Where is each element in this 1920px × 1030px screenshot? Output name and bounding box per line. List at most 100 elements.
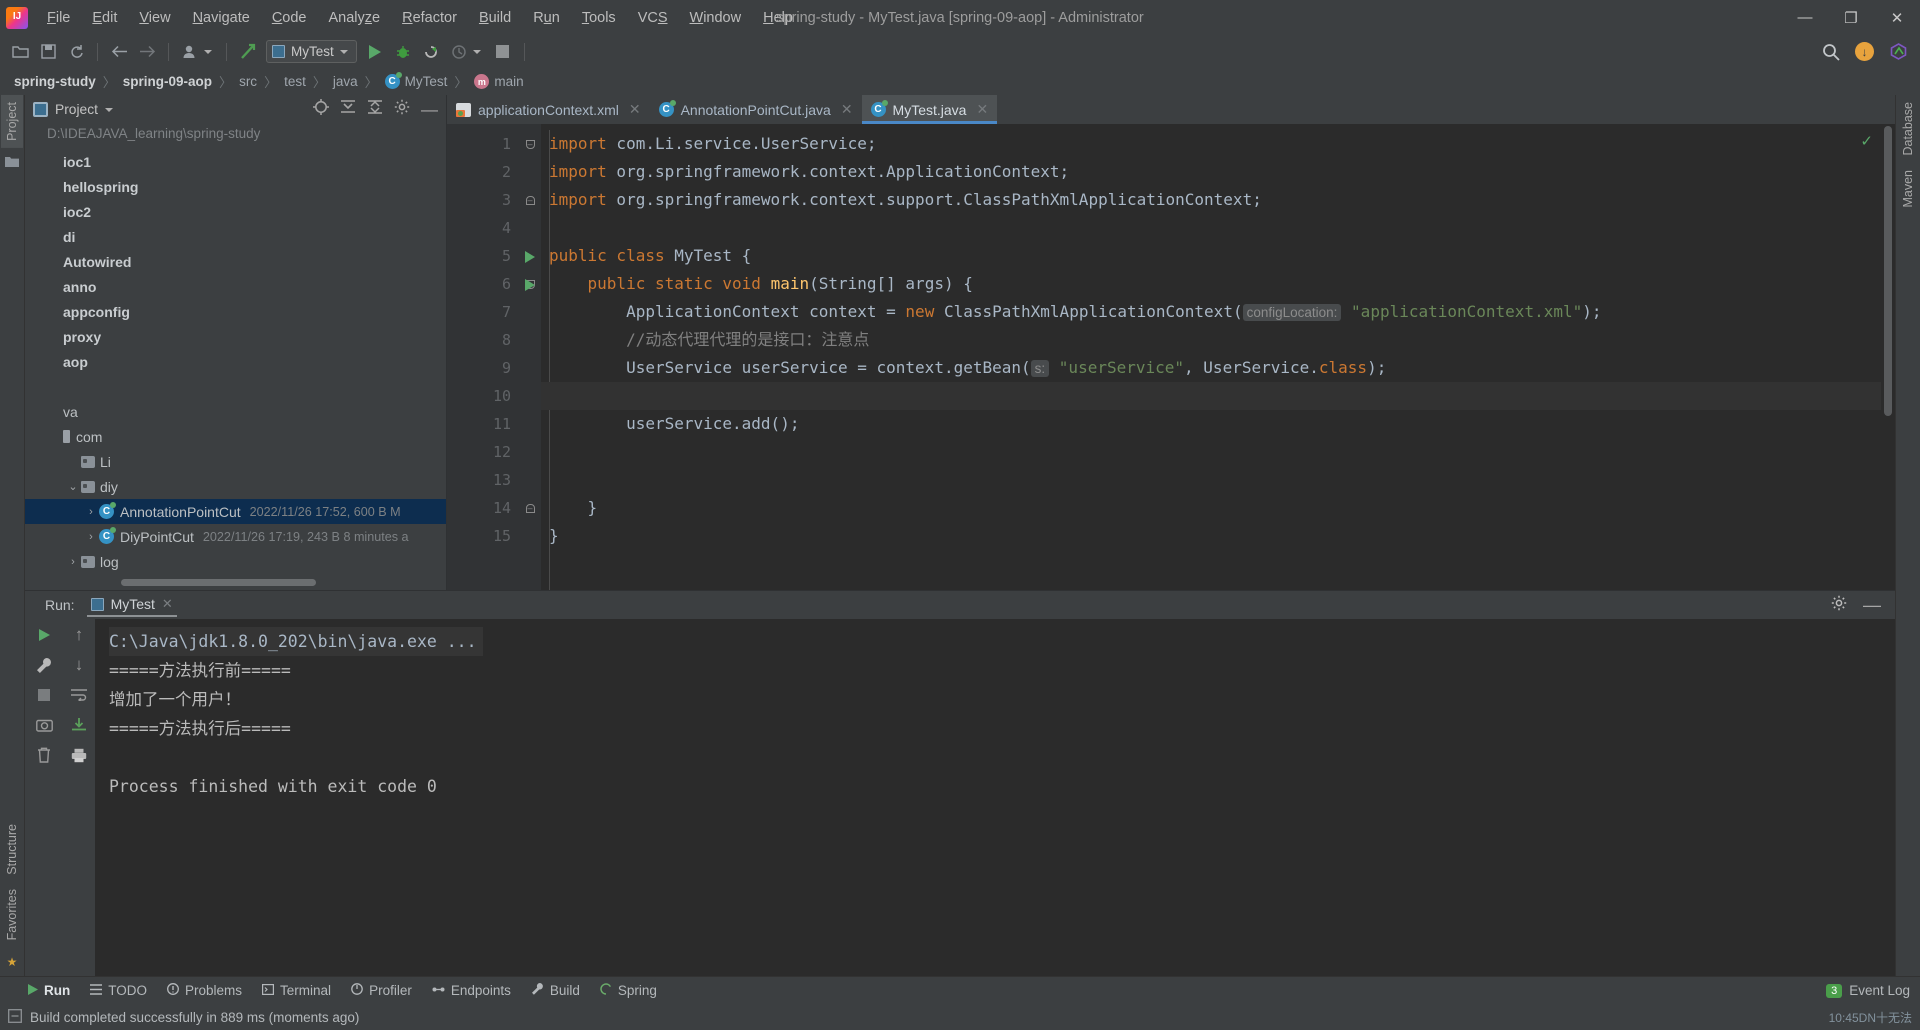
rail-tab-maven[interactable]: Maven [1897,163,1919,215]
inspection-status-icon[interactable]: ✓ [1860,132,1873,150]
toolwindow-endpoints[interactable]: Endpoints [432,983,511,998]
line-number-11[interactable]: 11 [447,410,519,438]
event-log-label[interactable]: Event Log [1849,983,1910,998]
run-gutter-icon[interactable] [525,251,535,263]
menu-code[interactable]: Code [261,6,318,30]
code-line-14[interactable]: } [541,494,1881,522]
back-arrow-icon[interactable] [106,39,132,65]
tree-node-annotationpointcut[interactable]: › C AnnotationPointCut 2022/11/26 17:52, 60… [25,499,446,524]
chevron-right-icon[interactable]: › [83,506,99,518]
code-line-1[interactable]: import com.Li.service.UserService; [541,130,1881,158]
menu-refactor[interactable]: Refactor [391,6,468,30]
code-line-7[interactable]: ApplicationContext context = new ClassPa… [541,298,1881,326]
tree-node-proxy[interactable]: proxy [25,324,446,349]
breadcrumb-item-java[interactable]: java [329,74,362,89]
editor-tab-bar[interactable]: applicationContext.xml ✕ C AnnotationPoi… [447,95,1895,124]
chevron-down-icon[interactable] [339,49,348,54]
tree-node-hellospring[interactable]: hellospring [25,174,446,199]
update-badge-icon[interactable]: ↓ [1855,42,1874,61]
hide-panel-icon[interactable]: — [421,101,438,118]
run-with-coverage-button[interactable] [418,39,444,65]
breadcrumb-item-test[interactable]: test [280,74,310,89]
locate-icon[interactable] [313,99,329,120]
maximize-button[interactable]: ❐ [1828,0,1874,35]
line-number-9[interactable]: 9 [447,354,519,382]
expand-all-icon[interactable] [367,100,383,119]
code-line-9[interactable]: UserService userService = context.getBea… [541,354,1881,382]
toolwindow-problems[interactable]: Problems [167,983,242,998]
chevron-right-icon[interactable]: › [83,531,99,543]
code-line-13[interactable] [541,466,1881,494]
event-log-group[interactable]: 3 Event Log [1826,983,1910,998]
close-icon[interactable]: ✕ [976,101,988,118]
close-button[interactable]: ✕ [1874,0,1920,35]
menu-file[interactable]: File [36,6,81,30]
code-line-5[interactable]: public class MyTest { [541,242,1881,270]
menu-vcs[interactable]: VCS [627,6,679,30]
fold-toggle-icon[interactable]: – [519,186,541,214]
breadcrumb-item-spring-09-aop[interactable]: spring-09-aop [119,74,216,89]
rerun-icon[interactable] [31,622,57,648]
profiler-caret-icon[interactable] [472,49,481,54]
code-editor[interactable]: 1 2 3 4 5 6 7 8 9 10 11 12 13 14 15 – – – – import com.Li… [447,124,1895,590]
open-folder-icon[interactable] [7,39,33,65]
breadcrumb-item-spring-study[interactable]: spring-study [10,74,100,89]
tree-node-va[interactable]: va [25,399,446,424]
menu-edit[interactable]: Edit [81,6,128,30]
code-line-4[interactable] [541,214,1881,242]
line-number-1[interactable]: 1 [447,130,519,158]
chevron-right-icon[interactable]: › [65,556,81,568]
ide-launch-icon[interactable] [1885,39,1911,65]
hide-panel-icon[interactable]: — [1863,596,1881,614]
save-all-icon[interactable] [35,39,61,65]
rail-tab-favorites[interactable]: Favorites [1,882,23,947]
breadcrumb-item-main[interactable]: m main [470,74,527,89]
line-number-gutter[interactable]: 1 2 3 4 5 6 7 8 9 10 11 12 13 14 15 [447,124,535,590]
menu-help[interactable]: Help [752,6,804,30]
chevron-down-icon[interactable]: ⌄ [65,480,81,493]
run-gutter-icon[interactable] [525,279,535,291]
tree-node-anno[interactable]: anno [25,274,446,299]
line-number-3[interactable]: 3 [447,186,519,214]
toolwindow-terminal[interactable]: Terminal [262,983,331,998]
rail-tab-database[interactable]: Database [1897,95,1919,163]
project-tree[interactable]: ioc1 hellospring ioc2 di Autowired anno appcon… [25,141,446,590]
toolwindow-spring[interactable]: Spring [600,983,657,998]
line-number-5[interactable]: 5 [447,242,535,270]
profile-icon[interactable] [177,39,203,65]
editor-tab-annotationpointcut-java[interactable]: C AnnotationPointCut.java ✕ [650,95,862,124]
code-line-11[interactable]: userService.add(); [541,410,1881,438]
rail-tab-structure[interactable]: Structure [1,817,23,882]
menu-run[interactable]: Run [522,6,571,30]
folder-icon[interactable] [2,152,23,173]
line-number-4[interactable]: 4 [447,214,519,242]
run-configuration-selector[interactable]: MyTest [266,40,357,63]
close-icon[interactable]: ✕ [629,101,641,118]
rail-tab-project[interactable]: Project [1,95,23,148]
tree-node-appconfig[interactable]: appconfig [25,299,446,324]
breadcrumb-item-src[interactable]: src [235,74,261,89]
toolwindow-build[interactable]: Build [531,983,580,998]
tree-node-diypointcut[interactable]: › C DiyPointCut 2022/11/26 17:19, 243 B 8 m… [25,524,446,549]
project-tree-hscrollbar[interactable] [121,579,316,586]
sync-icon[interactable] [63,39,89,65]
console-output[interactable]: C:\Java\jdk1.8.0_202\bin\java.exe ... ===… [95,619,1895,976]
search-icon[interactable] [1818,39,1844,65]
code-folding-column[interactable]: – – – – [519,124,541,590]
tree-node-diy[interactable]: ⌄ diy [25,474,446,499]
menu-build[interactable]: Build [468,6,522,30]
gear-icon[interactable] [1831,595,1847,616]
menu-navigate[interactable]: Navigate [182,6,261,30]
fold-toggle-icon[interactable]: – [519,130,541,158]
editor-scrollbar-thumb[interactable] [1884,126,1892,416]
line-number-13[interactable]: 13 [447,466,519,494]
tree-node-aop[interactable]: aop [25,349,446,374]
editor-scrollbar[interactable] [1881,124,1895,590]
editor-tab-applicationcontext-xml[interactable]: applicationContext.xml ✕ [447,95,650,124]
line-number-8[interactable]: 8 [447,326,519,354]
editor-tab-mytest-java[interactable]: C MyTest.java ✕ [861,95,998,124]
menu-view[interactable]: View [128,6,181,30]
menu-analyze[interactable]: Analyze [318,6,392,30]
code-line-2[interactable]: import org.springframework.context.Appli… [541,158,1881,186]
console-tab-mytest[interactable]: MyTest ✕ [85,593,179,617]
